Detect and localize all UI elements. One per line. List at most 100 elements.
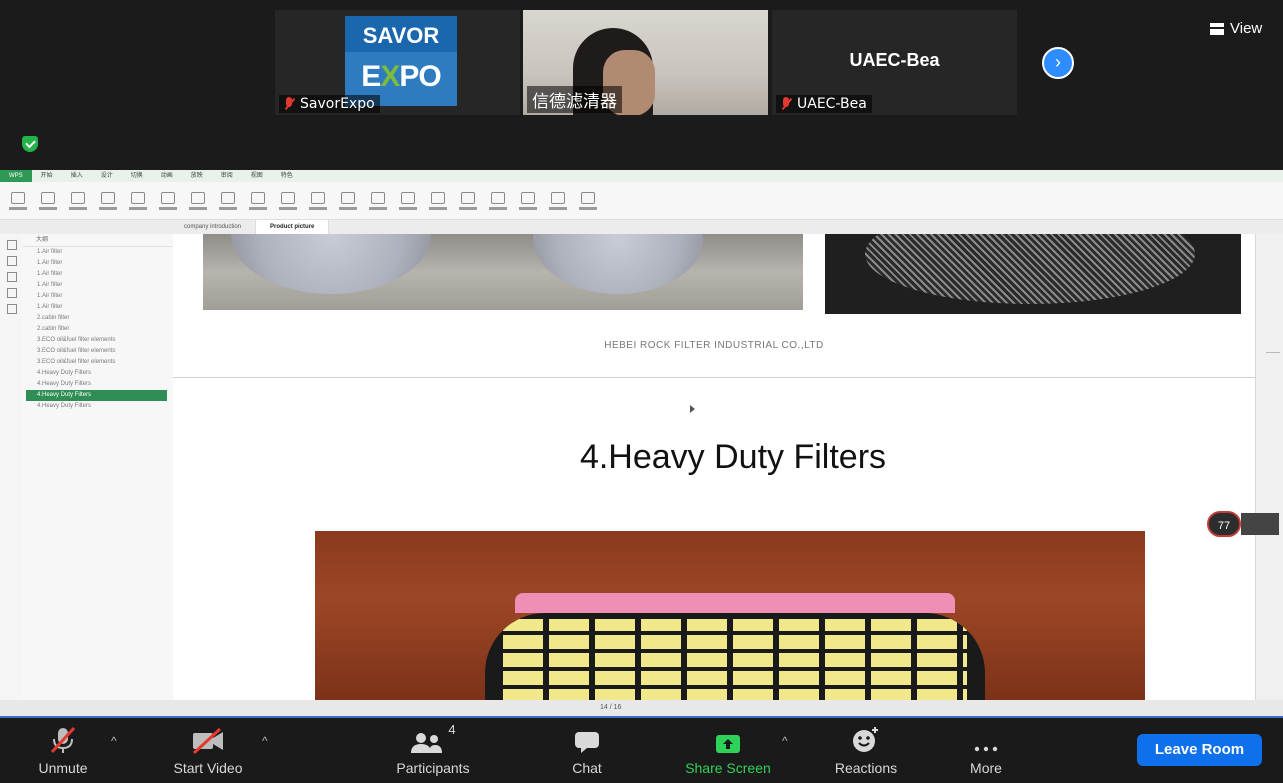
tool-icon [581, 191, 595, 204]
ribbon-tab[interactable]: 设计 [92, 170, 122, 182]
leave-room-button[interactable]: Leave Room [1137, 734, 1262, 766]
tool-icon [401, 191, 415, 204]
search-icon[interactable] [7, 288, 17, 298]
tool-icon [341, 191, 355, 204]
ribbon-button[interactable] [516, 188, 540, 214]
ribbon-button[interactable] [426, 188, 450, 214]
outline-item[interactable]: 3.ECO oil&fuel filter elements [22, 335, 173, 346]
outline-item[interactable]: 1.Air filter [22, 302, 173, 313]
tool-icon [371, 191, 385, 204]
chevron-right-icon: › [1055, 52, 1061, 72]
ribbon-tab[interactable]: 切换 [122, 170, 152, 182]
tool-icon [281, 191, 295, 204]
ribbon-button[interactable] [156, 188, 180, 214]
outline-item[interactable]: 4.Heavy Duty Filters [22, 368, 173, 379]
document-tabs: company introduction Product picture [0, 220, 1283, 234]
outline-item[interactable]: 2.cabin filter [22, 313, 173, 324]
outline-item[interactable]: 1.Air filter [22, 269, 173, 280]
tool-icon [461, 191, 475, 204]
audio-options-caret-icon[interactable]: ^ [111, 734, 117, 748]
participant-tile-savorexpo[interactable]: SAVOR EXPO SavorExpo [275, 10, 520, 115]
tool-icon [251, 191, 265, 204]
outline-item[interactable]: 2.cabin filter [22, 324, 173, 335]
tool-icon [11, 191, 25, 204]
more-dots-icon [973, 718, 999, 754]
zoom-level-badge[interactable]: 77 [1207, 511, 1241, 537]
view-grid-icon [1210, 22, 1224, 35]
savorexpo-logo: SAVOR EXPO [345, 16, 457, 106]
ribbon-button[interactable] [186, 188, 210, 214]
chat-button[interactable]: Chat [562, 718, 612, 783]
outline-item[interactable]: 3.ECO oil&fuel filter elements [22, 357, 173, 368]
ribbon-button[interactable] [126, 188, 150, 214]
doc-tab-active[interactable]: Product picture [256, 220, 330, 234]
ribbon-tab-file[interactable]: WPS [0, 170, 32, 182]
outline-item[interactable]: 1.Air filter [22, 247, 173, 258]
ribbon-button[interactable] [336, 188, 360, 214]
slide-title: 4.Heavy Duty Filters [579, 438, 887, 476]
slide-canvas[interactable]: HEBEI ROCK FILTER INDUSTRIAL CO.,LTD 4.H… [173, 234, 1255, 700]
left-tool-rail [0, 234, 22, 700]
ribbon-tab[interactable]: 插入 [62, 170, 92, 182]
view-button[interactable]: View [1210, 20, 1262, 37]
ribbon-button[interactable] [96, 188, 120, 214]
ribbon-button[interactable] [546, 188, 570, 214]
ribbon-button[interactable] [486, 188, 510, 214]
unmute-button[interactable]: Unmute [28, 718, 98, 783]
mic-muted-icon [781, 97, 791, 111]
share-screen-button[interactable]: Share Screen [668, 718, 788, 783]
participant-tile-video[interactable]: 信德滤清器 [523, 10, 768, 115]
outline-item[interactable]: 4.Heavy Duty Filters [26, 390, 167, 401]
slides-icon[interactable] [7, 256, 17, 266]
ribbon-button[interactable] [456, 188, 480, 214]
ribbon-button[interactable] [6, 188, 30, 214]
filter-photo-top-right [825, 234, 1241, 314]
ribbon-tab[interactable]: 特色 [272, 170, 302, 182]
tool-icon [221, 191, 235, 204]
outline-item[interactable]: 4.Heavy Duty Filters [22, 379, 173, 390]
encryption-shield-icon[interactable] [22, 136, 38, 152]
tool-icon [41, 191, 55, 204]
ribbon-tab[interactable]: 视图 [242, 170, 272, 182]
ribbon-button[interactable] [66, 188, 90, 214]
ribbon-button[interactable] [366, 188, 390, 214]
heavy-duty-filter-photo [315, 531, 1145, 700]
tool-icon [491, 191, 505, 204]
ribbon-button[interactable] [576, 188, 600, 214]
ribbon-tab[interactable]: 审阅 [212, 170, 242, 182]
doc-tab[interactable]: company introduction [170, 220, 257, 234]
share-options-caret-icon[interactable]: ^ [782, 734, 788, 748]
outline-item[interactable]: 4.Heavy Duty Filters [22, 401, 173, 412]
participant-tile-uaec[interactable]: UAEC-Bea UAEC-Bea [772, 10, 1017, 115]
tool-icon [101, 191, 115, 204]
ribbon-tab[interactable]: 开始 [32, 170, 62, 182]
start-video-label: Start Video [173, 760, 243, 776]
ribbon-button[interactable] [246, 188, 270, 214]
outline-item[interactable]: 1.Air filter [22, 291, 173, 302]
vertical-scrollbar[interactable] [1255, 234, 1283, 700]
ribbon-button[interactable] [306, 188, 330, 214]
participants-button[interactable]: 4 Participants [378, 718, 488, 783]
participant-avatar-name: UAEC-Bea [849, 50, 940, 70]
ribbon-tab[interactable]: 动画 [152, 170, 182, 182]
ribbon-button[interactable] [396, 188, 420, 214]
outline-icon[interactable] [7, 240, 17, 250]
ribbon-button[interactable] [276, 188, 300, 214]
page-indicator: 14 / 16 [600, 704, 622, 711]
outline-item[interactable]: 1.Air filter [22, 280, 173, 291]
video-options-caret-icon[interactable]: ^ [262, 734, 268, 748]
next-participants-button[interactable]: › [1042, 47, 1074, 79]
more-button[interactable]: More [960, 718, 1012, 783]
filter-photo-top-left [203, 234, 803, 310]
reactions-button[interactable]: Reactions [816, 718, 916, 783]
outline-list: 1.Air filter 1.Air filter 1.Air filter 1.Ai… [22, 247, 173, 412]
ribbon-tab[interactable]: 放映 [182, 170, 212, 182]
outline-item[interactable]: 3.ECO oil&fuel filter elements [22, 346, 173, 357]
start-video-button[interactable]: Start Video [160, 718, 256, 783]
notes-icon[interactable] [7, 272, 17, 282]
settings-icon[interactable] [7, 304, 17, 314]
ribbon-button[interactable] [36, 188, 60, 214]
ribbon-button[interactable] [216, 188, 240, 214]
outline-panel: 大纲 1.Air filter 1.Air filter 1.Air filter 1… [22, 234, 174, 700]
outline-item[interactable]: 1.Air filter [22, 258, 173, 269]
